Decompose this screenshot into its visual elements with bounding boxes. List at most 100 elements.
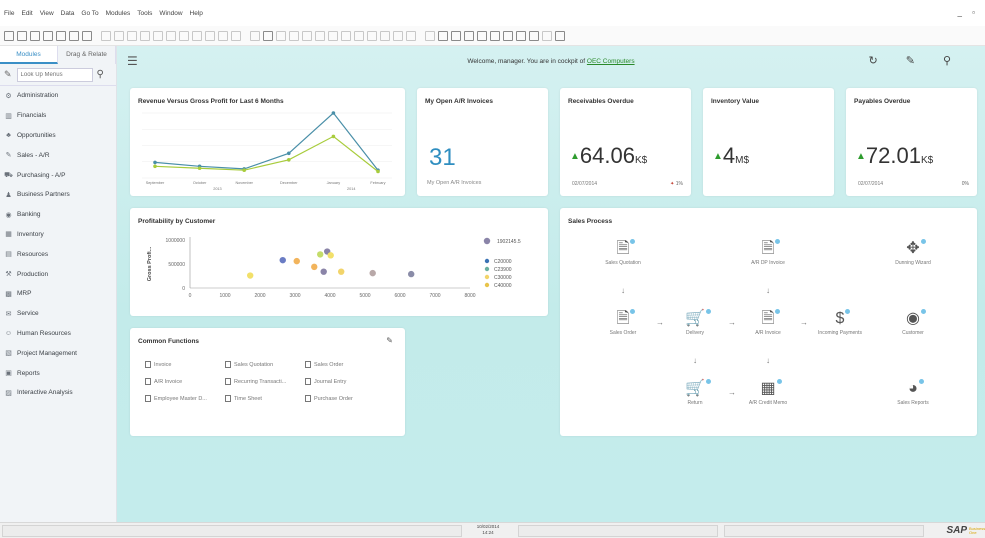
toolbar-button[interactable] bbox=[263, 30, 273, 41]
process-step-customer[interactable]: ◉ Customer bbox=[878, 308, 948, 336]
data-point[interactable] bbox=[331, 134, 336, 139]
tab-modules[interactable]: Modules bbox=[0, 46, 58, 64]
toolbar-button[interactable] bbox=[289, 30, 299, 41]
toolbar-button[interactable] bbox=[43, 30, 53, 41]
toolbar-button[interactable] bbox=[354, 30, 364, 41]
toolbar-button[interactable] bbox=[192, 30, 202, 41]
scatter-point[interactable] bbox=[369, 269, 376, 277]
data-point[interactable] bbox=[331, 111, 336, 115]
data-point[interactable] bbox=[153, 160, 157, 165]
info-badge-icon[interactable] bbox=[704, 308, 712, 315]
toolbar-button[interactable] bbox=[425, 30, 435, 41]
scatter-point[interactable] bbox=[279, 256, 286, 264]
menu-goto[interactable]: Go To bbox=[81, 10, 98, 17]
toolbar-button[interactable] bbox=[101, 30, 111, 41]
info-badge-icon[interactable] bbox=[919, 238, 927, 245]
sidebar-item-banking[interactable]: ◉ Banking bbox=[0, 205, 116, 225]
wrench-icon[interactable]: ✎ bbox=[386, 336, 393, 345]
toolbar-button[interactable] bbox=[464, 30, 474, 41]
menu-edit[interactable]: Edit bbox=[21, 10, 32, 17]
toolbar-button[interactable] bbox=[542, 30, 552, 41]
menu-help[interactable]: Help bbox=[190, 10, 203, 17]
toolbar-button[interactable] bbox=[490, 30, 500, 41]
sidebar-item-purchasing-a-p[interactable]: ⛟ Purchasing - A/P bbox=[0, 165, 116, 185]
company-link[interactable]: OEC Computers bbox=[587, 58, 635, 65]
process-step-a-r-dp-invoice[interactable]: 🗎 A/R DP Invoice bbox=[733, 238, 803, 266]
sidebar-item-mrp[interactable]: ▩ MRP bbox=[0, 284, 116, 304]
info-badge-icon[interactable] bbox=[774, 238, 782, 245]
process-step-return[interactable]: 🛒 Return bbox=[660, 378, 730, 406]
scatter-point[interactable] bbox=[327, 252, 334, 259]
toolbar-button[interactable] bbox=[529, 30, 539, 41]
common-function-link[interactable]: Purchase Order bbox=[305, 395, 353, 402]
menu-file[interactable]: File bbox=[4, 10, 14, 17]
toolbar-button[interactable] bbox=[516, 30, 526, 41]
menu-search-input[interactable] bbox=[16, 67, 93, 82]
process-step-dunning-wizard[interactable]: ✥ Dunning Wizard bbox=[878, 238, 948, 266]
data-point[interactable] bbox=[287, 158, 291, 162]
sidebar-item-inventory[interactable]: ▦ Inventory bbox=[0, 225, 116, 245]
sidebar-item-service[interactable]: ✉ Service bbox=[0, 304, 116, 324]
toolbar-button[interactable] bbox=[140, 30, 150, 41]
toolbar-button[interactable] bbox=[438, 30, 448, 41]
toolbar-button[interactable] bbox=[406, 30, 416, 41]
edit-icon[interactable]: ✎ bbox=[906, 55, 943, 67]
scatter-point[interactable] bbox=[320, 268, 327, 275]
toolbar-button[interactable] bbox=[451, 30, 461, 41]
menu-data[interactable]: Data bbox=[61, 10, 75, 17]
sidebar-item-financials[interactable]: ▥ Financials bbox=[0, 106, 116, 126]
toolbar-button[interactable] bbox=[17, 30, 27, 41]
toolbar-button[interactable] bbox=[166, 30, 176, 41]
sidebar-item-resources[interactable]: ▤ Resources bbox=[0, 244, 116, 264]
sidebar-item-opportunities[interactable]: ♣ Opportunities bbox=[0, 126, 116, 146]
scatter-point[interactable] bbox=[247, 272, 254, 279]
sidebar-item-production[interactable]: ⚒ Production bbox=[0, 264, 116, 284]
info-badge-icon[interactable] bbox=[919, 308, 927, 315]
toolbar-button[interactable] bbox=[276, 30, 286, 41]
toolbar-button[interactable] bbox=[380, 30, 390, 41]
toolbar-button[interactable] bbox=[179, 30, 189, 41]
toolbar-button[interactable] bbox=[218, 30, 228, 41]
data-point[interactable] bbox=[287, 151, 291, 156]
process-step-a-r-credit-memo[interactable]: ▦ A/R Credit Memo bbox=[733, 378, 803, 406]
toolbar-button[interactable] bbox=[250, 30, 260, 41]
toolbar-button[interactable] bbox=[393, 30, 403, 41]
info-badge-icon[interactable] bbox=[775, 378, 783, 385]
process-step-a-r-invoice[interactable]: 🗎 A/R Invoice bbox=[733, 308, 803, 336]
common-function-link[interactable]: Time Sheet bbox=[225, 395, 262, 402]
toolbar-button[interactable] bbox=[503, 30, 513, 41]
process-step-incoming-payments[interactable]: $ Incoming Payments bbox=[805, 308, 875, 336]
toolbar-button[interactable] bbox=[302, 30, 312, 41]
scatter-point[interactable] bbox=[311, 263, 318, 271]
toolbar-button[interactable] bbox=[69, 30, 79, 41]
menu-tools[interactable]: Tools bbox=[137, 10, 152, 17]
scatter-point[interactable] bbox=[317, 251, 324, 258]
scatter-point[interactable] bbox=[338, 268, 345, 275]
toolbar-button[interactable] bbox=[4, 30, 14, 41]
sidebar-item-sales-a-r[interactable]: ✎ Sales - A/R bbox=[0, 145, 116, 165]
toolbar-button[interactable] bbox=[367, 30, 377, 41]
common-function-link[interactable]: Invoice bbox=[145, 361, 171, 368]
common-function-link[interactable]: A/R Invoice bbox=[145, 378, 182, 385]
process-step-delivery[interactable]: 🛒 Delivery bbox=[660, 308, 730, 336]
toolbar-button[interactable] bbox=[82, 30, 92, 41]
toolbar-button[interactable] bbox=[341, 30, 351, 41]
search-icon[interactable]: ⚲ bbox=[97, 69, 104, 80]
kpi-receivables-overdue[interactable]: Receivables Overdue ▲64.06K$ 02/07/2014 … bbox=[560, 88, 691, 196]
toolbar-button[interactable] bbox=[30, 30, 40, 41]
search-icon[interactable]: ⚲ bbox=[943, 55, 979, 67]
toolbar-button[interactable] bbox=[153, 30, 163, 41]
sidebar-item-business-partners[interactable]: ♟ Business Partners bbox=[0, 185, 116, 205]
process-step-sales-order[interactable]: 🗎 Sales Order bbox=[588, 308, 658, 336]
toolbar-button[interactable] bbox=[477, 30, 487, 41]
info-badge-icon[interactable] bbox=[704, 378, 712, 385]
common-function-link[interactable]: Journal Entry bbox=[305, 378, 346, 385]
menu-modules[interactable]: Modules bbox=[106, 10, 131, 17]
info-badge-icon[interactable] bbox=[629, 308, 637, 315]
window-controls[interactable]: _ ▫ bbox=[957, 8, 979, 17]
menu-view[interactable]: View bbox=[40, 10, 54, 17]
sidebar-item-human-resources[interactable]: ☺ Human Resources bbox=[0, 324, 116, 344]
wrench-icon[interactable]: ✎ bbox=[4, 69, 12, 80]
common-function-link[interactable]: Employee Master D... bbox=[145, 395, 207, 402]
common-function-link[interactable]: Sales Order bbox=[305, 361, 343, 368]
